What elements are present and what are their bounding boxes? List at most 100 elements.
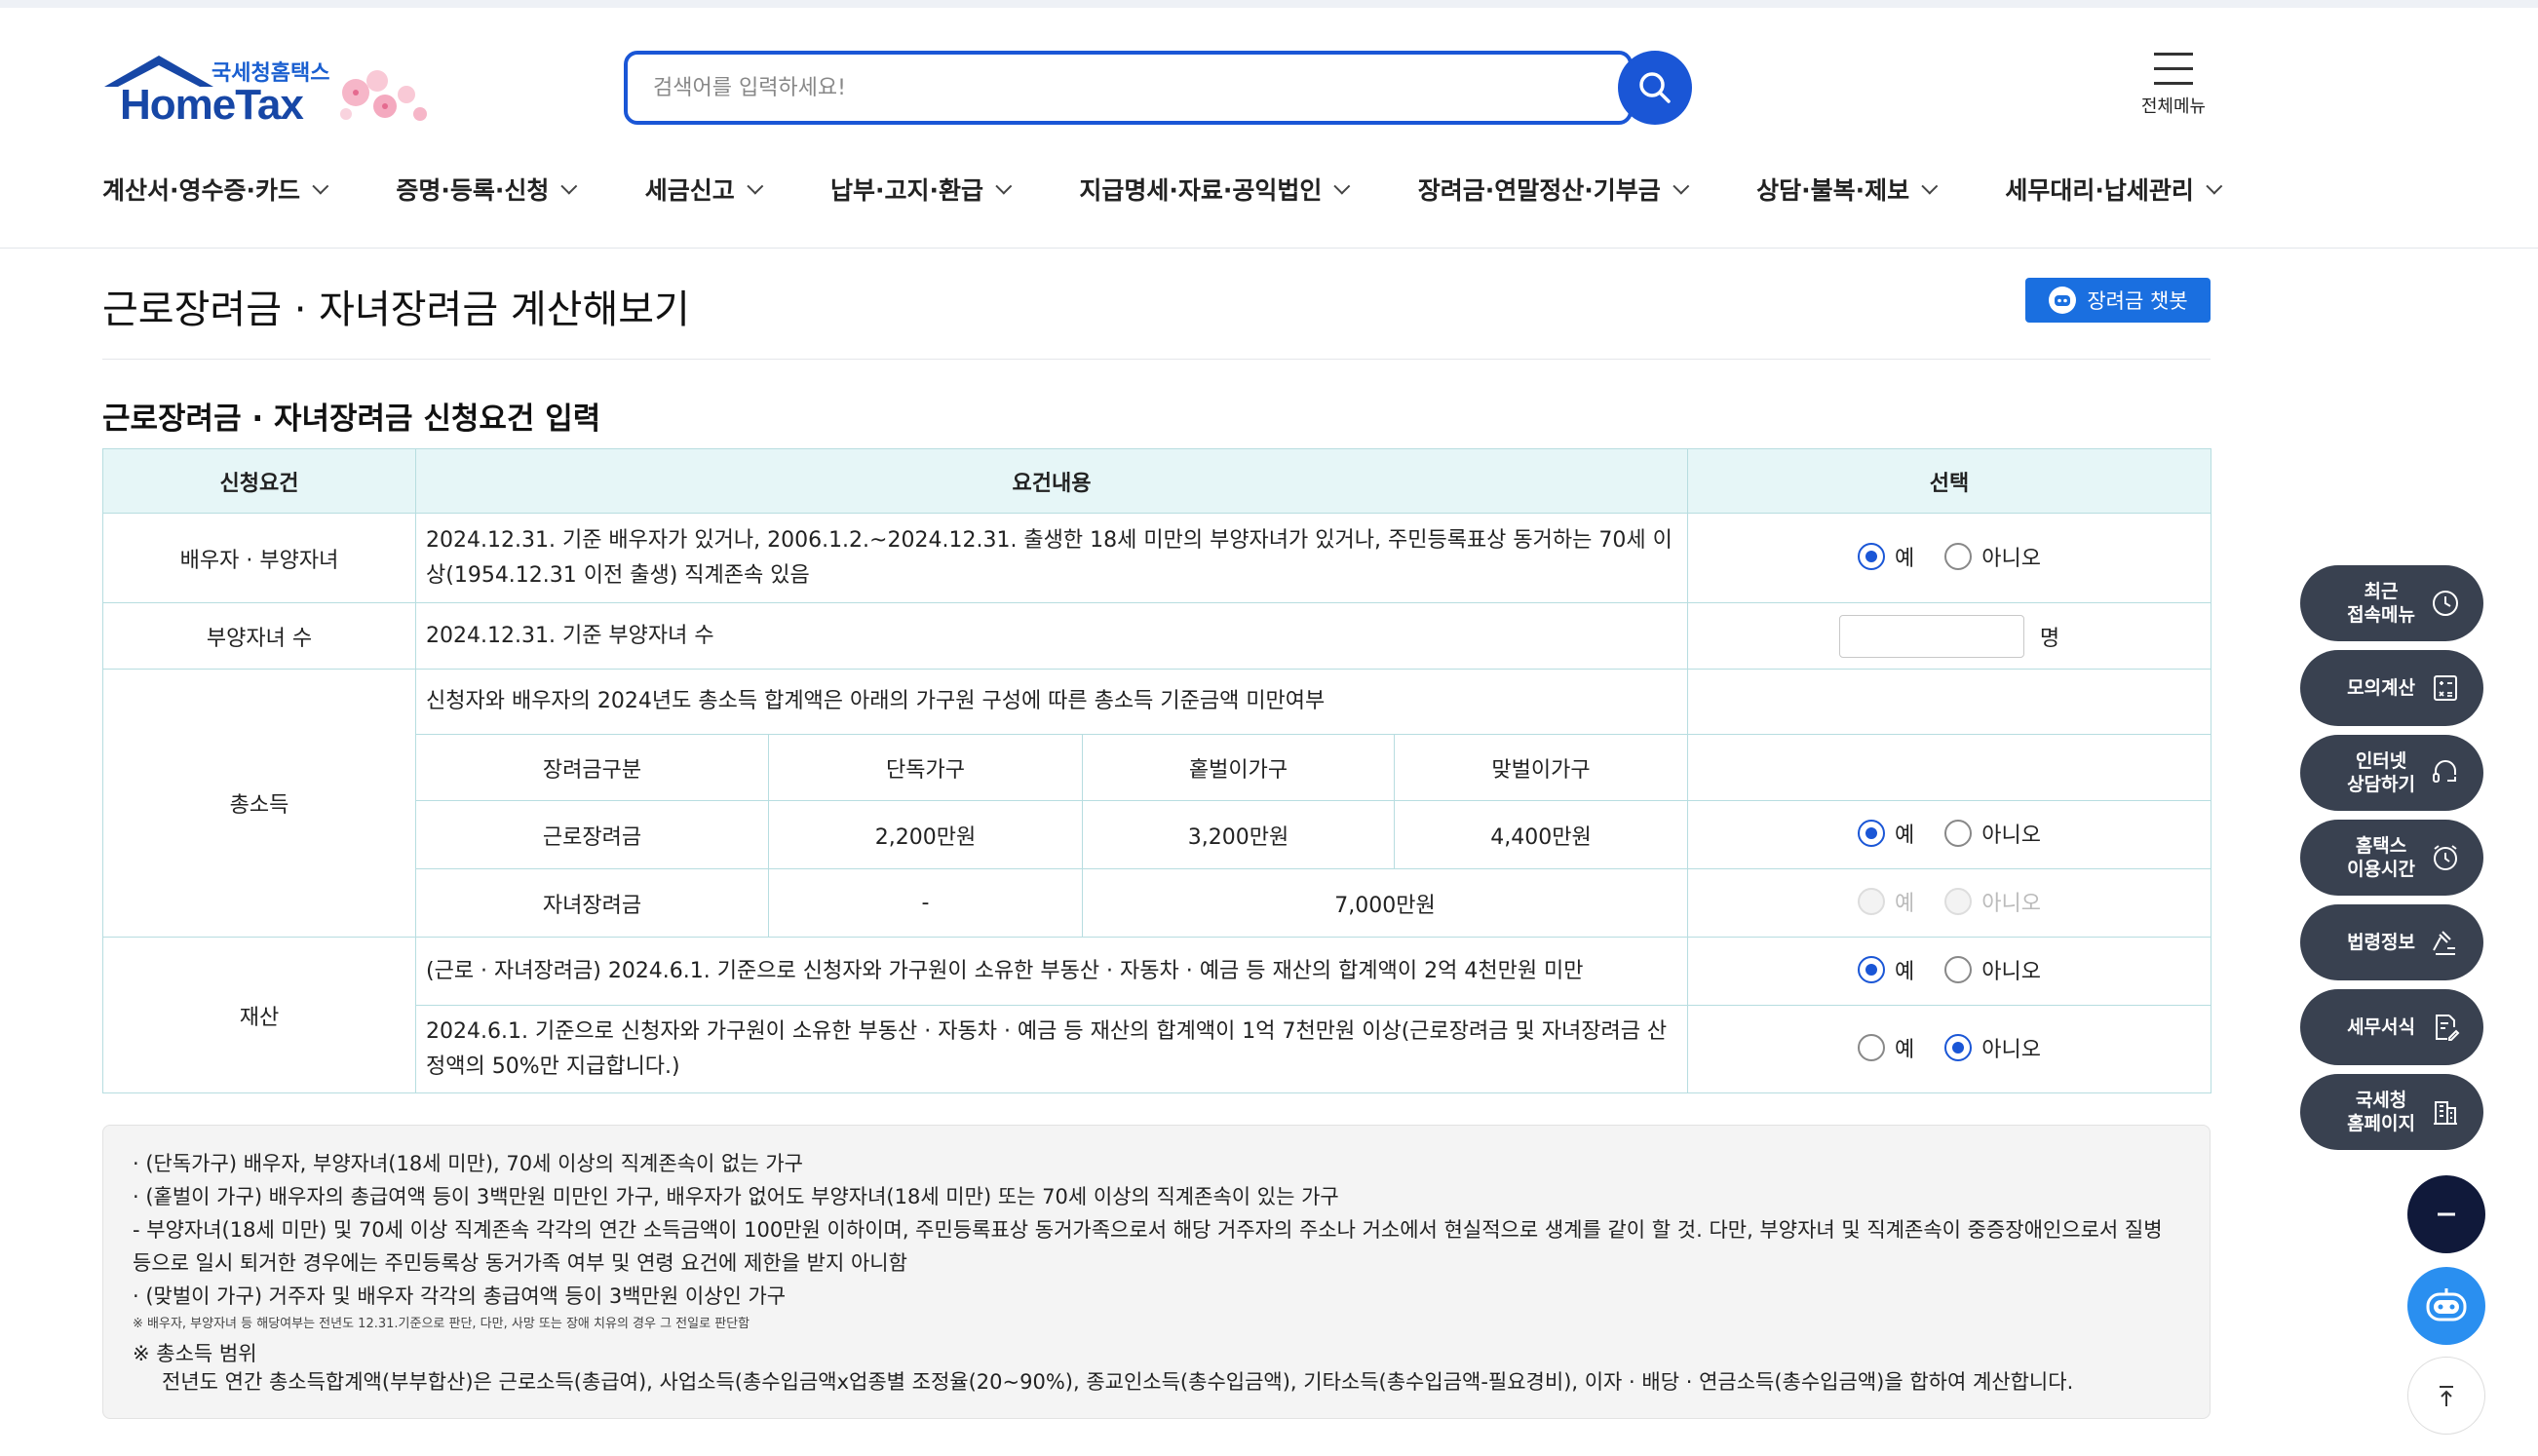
- children-count-input[interactable]: [1838, 614, 2024, 658]
- radio-checked[interactable]: [1858, 819, 1886, 847]
- header-requirement: 신청요건: [102, 448, 416, 514]
- all-menu-label: 전체메뉴: [2140, 96, 2207, 117]
- alarm-clock-icon: [2429, 841, 2462, 874]
- nav-label: 증명·등록·신청: [396, 176, 550, 205]
- header-select: 선택: [1687, 448, 2212, 514]
- nav-item-invoice[interactable]: 계산서·영수증·카드: [102, 168, 329, 211]
- arrow-up-icon: [2440, 1386, 2453, 1406]
- nav-label: 계산서·영수증·카드: [102, 176, 300, 205]
- nav-item-incentive[interactable]: 장려금·연말정산·기부금: [1417, 168, 1690, 211]
- chatbot-button[interactable]: 장려금 챗봇: [2025, 278, 2211, 323]
- radio-no[interactable]: 아니오: [1944, 1032, 2041, 1063]
- radio-checked[interactable]: [1944, 1033, 1973, 1061]
- child-household-value: 7,000만원: [1081, 868, 1689, 938]
- radio-yes[interactable]: 예: [1858, 818, 1914, 849]
- quick-law-info[interactable]: 법령정보: [2300, 904, 2483, 980]
- chevron-down-icon: [1921, 177, 1939, 195]
- nav-item-agent[interactable]: 세무대리·납세관리: [2005, 168, 2223, 211]
- nav-label: 납부·고지·환급: [830, 176, 984, 205]
- radio-checked[interactable]: [1858, 955, 1886, 983]
- quick-label: 법령정보: [2347, 932, 2415, 953]
- work-dual-earner-value: 4,400만원: [1393, 800, 1689, 869]
- quick-tax-forms[interactable]: 세무서식: [2300, 989, 2483, 1065]
- radio-label: 예: [1895, 823, 1915, 848]
- quick-online-consult[interactable]: 인터넷 상담하기: [2300, 735, 2483, 811]
- row-text-property-2: 2024.6.1. 기준으로 신청자와 가구원이 소유한 부동산 · 자동차 ·…: [414, 1005, 1689, 1093]
- nav-item-statement[interactable]: 지급명세·자료·공익법인: [1079, 168, 1351, 211]
- work-single-earner-value: 3,200만원: [1082, 800, 1395, 869]
- radio-no[interactable]: 아니오: [1944, 954, 2041, 985]
- quick-label: 홈택스 이용시간: [2347, 835, 2415, 880]
- top-strip: [0, 0, 2538, 8]
- radio-yes-disabled: 예: [1858, 886, 1914, 917]
- quick-mock-calc[interactable]: 모의계산: [2300, 650, 2483, 726]
- chatbot-float-button[interactable]: [2407, 1267, 2485, 1345]
- chatbot-icon: [2049, 287, 2077, 314]
- page-title: 근로장려금 · 자녀장려금 계산해보기: [102, 287, 690, 332]
- radio-unchecked[interactable]: [1858, 1033, 1886, 1061]
- header-content: 요건내용: [414, 448, 1689, 514]
- all-menu-button[interactable]: 전체메뉴: [2134, 49, 2212, 127]
- minus-icon: [2438, 1212, 2455, 1216]
- table-row: 배우자 · 부양자녀 2024.12.31. 기준 배우자가 있거나, 2006…: [102, 513, 2212, 603]
- nav-label: 장려금·연말정산·기부금: [1417, 176, 1661, 205]
- note-small: ※ 배우자, 부양자녀 등 해당여부는 전년도 12.31.기준으로 판단, 다…: [133, 1317, 750, 1331]
- radio-checked[interactable]: [1858, 542, 1886, 570]
- radio-yes[interactable]: 예: [1858, 1032, 1914, 1063]
- search-input[interactable]: [653, 68, 1550, 107]
- quick-recent-menu[interactable]: 최근 접속메뉴: [2300, 565, 2483, 641]
- search-button[interactable]: [1618, 51, 1692, 125]
- income-subheader: 맞벌이가구: [1393, 734, 1689, 801]
- radio-yes[interactable]: 예: [1858, 541, 1914, 572]
- hometax-logo[interactable]: 국세청홈택스 HomeTax: [102, 54, 443, 132]
- quick-label: 모의계산: [2347, 677, 2415, 699]
- row-label-children: 부양자녀 수: [102, 602, 416, 670]
- radio-unchecked[interactable]: [1944, 819, 1973, 847]
- income-subheader: 장려금구분: [415, 734, 769, 801]
- radio-group-property-2: 예 아니오: [1687, 1005, 2212, 1093]
- radio-label: 아니오: [1981, 1037, 2042, 1062]
- table-row: 총소득 신청자와 배우자의 2024년도 총소득 합계액은 아래의 가구원 구성…: [102, 669, 2212, 938]
- robot-icon: [2426, 1288, 2467, 1322]
- nav-item-payment[interactable]: 납부·고지·환급: [830, 168, 1013, 211]
- nav-label: 상담·불복·제보: [1756, 176, 1910, 205]
- radio-label: 아니오: [1981, 823, 2042, 848]
- title-divider: [102, 359, 2211, 360]
- radio-unchecked[interactable]: [1944, 955, 1973, 983]
- header-divider: [0, 248, 2538, 249]
- nav-item-certificate[interactable]: 증명·등록·신청: [396, 168, 578, 211]
- row-text-spouse: 2024.12.31. 기준 배우자가 있거나, 2006.1.2.~2024.…: [414, 513, 1689, 603]
- radio-no[interactable]: 아니오: [1944, 541, 2041, 572]
- chevron-down-icon: [560, 177, 578, 195]
- child-incentive-label: 자녀장려금: [415, 868, 769, 938]
- quick-label: 국세청 홈페이지: [2347, 1090, 2415, 1134]
- radio-yes[interactable]: 예: [1858, 954, 1914, 985]
- calculator-icon: [2429, 671, 2462, 705]
- headset-icon: [2429, 756, 2462, 789]
- table-row: 재산 (근로 · 자녀장려금) 2024.6.1. 기준으로 신청자와 가구원이…: [102, 937, 2212, 1093]
- logo-english-text: HomeTax: [120, 81, 304, 129]
- radio-label: 예: [1895, 891, 1915, 916]
- nav-item-consult[interactable]: 상담·불복·제보: [1756, 168, 1939, 211]
- radio-unchecked[interactable]: [1944, 542, 1973, 570]
- radio-label: 예: [1895, 546, 1915, 571]
- radio-no[interactable]: 아니오: [1944, 818, 2041, 849]
- radio-label: 예: [1895, 1037, 1915, 1062]
- nav-item-tax-report[interactable]: 세금신고: [645, 168, 764, 211]
- table-header-row: 신청요건 요건내용 선택: [102, 448, 2212, 514]
- quick-hometax-hours[interactable]: 홈택스 이용시간: [2300, 820, 2483, 896]
- building-icon: [2429, 1095, 2462, 1129]
- children-count-cell: 명: [1687, 602, 2212, 670]
- quick-nts-homepage[interactable]: 국세청 홈페이지: [2300, 1074, 2483, 1150]
- chevron-down-icon: [1673, 177, 1690, 195]
- income-subheader-row: 장려금구분 단독가구 홑벌이가구 맞벌이가구: [103, 734, 2212, 801]
- scroll-top-button[interactable]: [2407, 1357, 2485, 1435]
- income-child-row: 자녀장려금 - 7,000만원 예 아니오: [103, 868, 2212, 938]
- chevron-down-icon: [747, 177, 764, 195]
- collapse-button[interactable]: [2407, 1175, 2485, 1253]
- income-subheader: 단독가구: [768, 734, 1083, 801]
- income-range-text: 전년도 연간 총소득합계액(부부합산)은 근로소득(총급여), 사업소득(총수입…: [162, 1370, 2074, 1394]
- search-box: [624, 51, 1633, 125]
- empty-cell: [1687, 734, 2212, 801]
- nav-label: 지급명세·자료·공익법인: [1079, 176, 1323, 205]
